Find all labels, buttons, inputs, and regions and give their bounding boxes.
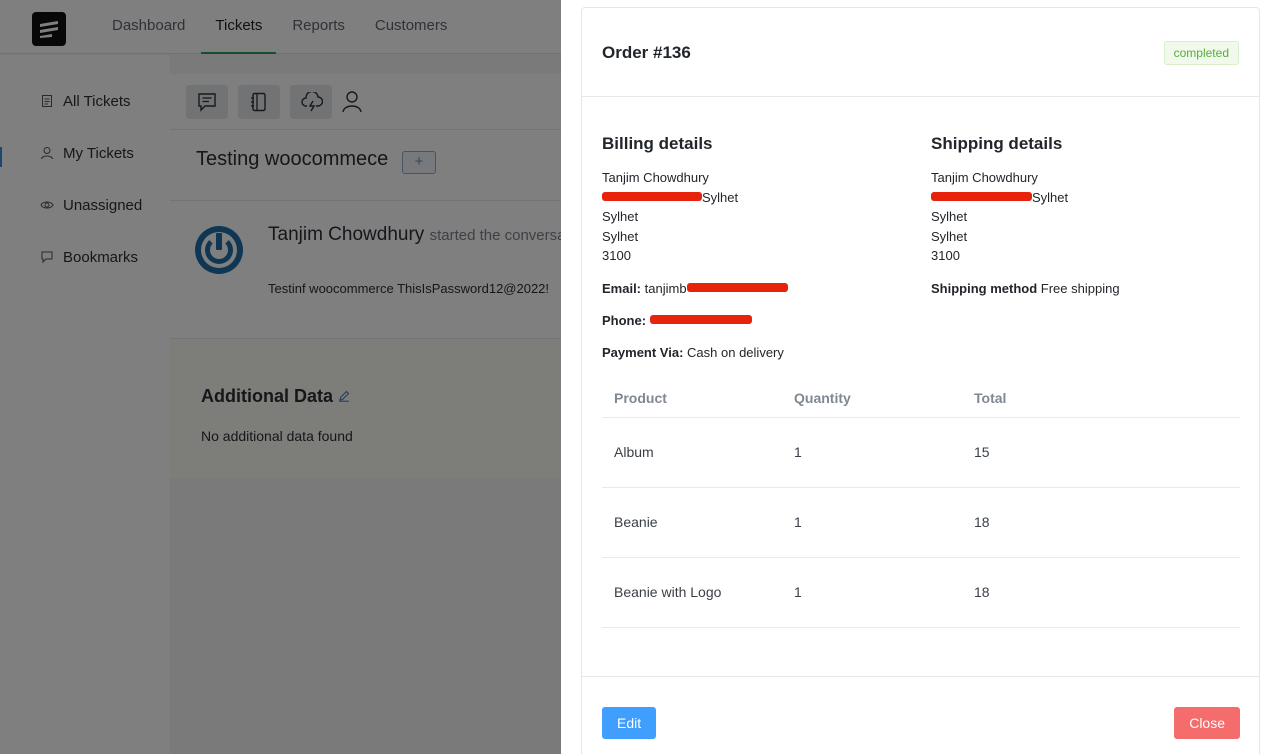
shipping-heading: Shipping details [931,134,1063,153]
shipping-details: Shipping details Tanjim Chowdhury Sylhet… [931,134,1120,299]
billing-city: Sylhet [602,209,639,224]
billing-state: Sylhet [602,228,639,244]
shipping-method: Shipping method Free shipping [931,280,1120,296]
billing-phone: Phone: [602,311,788,331]
table-row: Beanie 1 18 [602,487,1240,558]
divider [582,676,1259,677]
product-cell: Album [602,417,782,488]
edit-button[interactable]: Edit [602,707,657,739]
column-header-quantity: Quantity [782,379,962,418]
total-cell: 18 [962,487,1240,558]
order-drawer: Order #136 completed Billing details Tan… [561,0,1280,754]
shipping-address-line: Sylhet [931,188,1120,208]
shipping-state: Sylhet [931,228,968,244]
shipping-city: Sylhet [931,209,968,224]
quantity-cell: 1 [782,417,962,488]
redaction-mark [602,192,702,202]
column-header-product: Product [602,379,782,418]
total-cell: 15 [962,417,1240,488]
shipping-name: Tanjim Chowdhury [931,170,1038,185]
billing-postcode: 3100 [602,248,631,263]
payment-method: Payment Via: Cash on delivery [602,344,784,360]
table-row: Beanie with Logo 1 18 [602,557,1240,628]
order-card: Order #136 completed Billing details Tan… [581,7,1260,754]
total-cell: 18 [962,557,1240,628]
shipping-postcode: 3100 [931,248,960,263]
billing-details: Billing details Tanjim Chowdhury Sylhet … [602,134,788,363]
order-title: Order #136 [602,43,691,62]
redaction-mark [649,315,752,325]
quantity-cell: 1 [782,487,962,558]
billing-email: Email: tanjimb [602,279,788,299]
billing-name: Tanjim Chowdhury [602,170,709,185]
divider [582,96,1259,97]
table-row: Album 1 15 [602,417,1240,488]
billing-address-line: Sylhet [602,188,788,208]
quantity-cell: 1 [782,557,962,628]
close-button[interactable]: Close [1174,707,1240,739]
product-cell: Beanie [602,487,782,558]
products-table: Product Quantity Total Album 1 15 Beanie… [602,379,1240,628]
column-header-total: Total [962,379,1240,418]
billing-heading: Billing details [602,134,713,153]
product-cell: Beanie with Logo [602,557,782,628]
redaction-mark [686,283,788,293]
status-badge: completed [1163,41,1239,65]
redaction-mark [931,192,1032,202]
table-header-row: Product Quantity Total [602,379,1240,418]
